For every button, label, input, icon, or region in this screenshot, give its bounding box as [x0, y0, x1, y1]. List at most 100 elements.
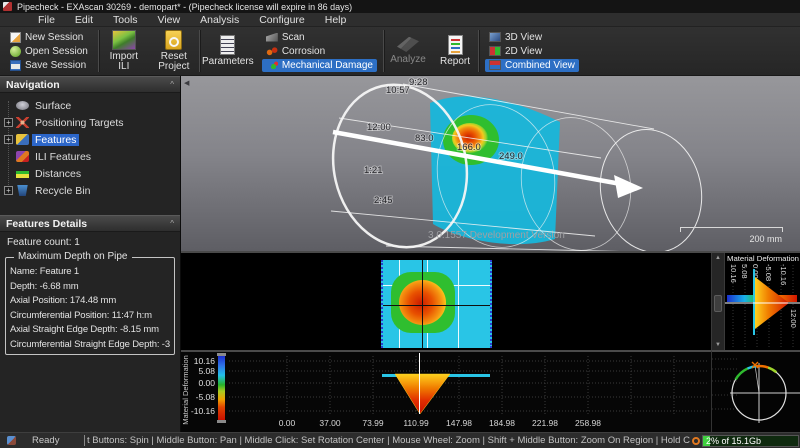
collapse-chevron-icon[interactable]: ^	[170, 80, 174, 89]
import-ili-button[interactable]: Import ILI	[99, 27, 149, 75]
scan-region	[381, 260, 492, 348]
open-session-button[interactable]: Open Session	[6, 45, 92, 58]
expand-icon[interactable]: +	[4, 186, 13, 195]
sidebar-item-features[interactable]: + Features	[0, 131, 180, 148]
open-session-label: Open Session	[25, 46, 88, 57]
viewport-3d[interactable]: ◀ 9:28 10:57 12:00 1:21	[181, 76, 800, 251]
scale-tick-label: 0.00	[751, 264, 760, 279]
features-details-content: Feature count: 1 Maximum Depth on Pipe N…	[0, 232, 180, 432]
scrollbar-thumb[interactable]	[714, 295, 722, 312]
feature-direction-line	[755, 365, 759, 393]
menu-edit[interactable]: Edit	[65, 14, 103, 26]
report-button[interactable]: Report	[432, 27, 478, 75]
analyze-button[interactable]: Analyze	[384, 27, 432, 75]
feature-circumferential-position: Circumferential Position: 11:47 h:m	[10, 309, 170, 324]
scan-icon	[266, 33, 278, 42]
reset-project-button[interactable]: Reset Project	[149, 27, 199, 75]
features-details-header[interactable]: Features Details ^	[0, 215, 180, 232]
navigation-header[interactable]: Navigation ^	[0, 76, 180, 93]
y-tick-label: 0.00	[198, 378, 215, 388]
x-tick-label: 184.98	[489, 418, 515, 428]
view-mode-group: 3D View 2D View Combined View	[479, 27, 585, 75]
distances-icon	[16, 171, 29, 178]
collapse-chevron-icon[interactable]: ^	[170, 219, 174, 228]
save-session-button[interactable]: Save Session	[6, 59, 92, 72]
deformation-heatmap[interactable]	[181, 253, 711, 350]
view-3d-button[interactable]: 3D View	[485, 31, 579, 44]
surface-label: Surface	[32, 100, 74, 112]
combined-view-label: Combined View	[505, 60, 575, 71]
sidebar-item-recycle-bin[interactable]: + Recycle Bin	[0, 182, 180, 199]
parameters-button[interactable]: Parameters	[200, 27, 256, 75]
y-tick-label: -10.16	[191, 406, 215, 416]
menu-analysis[interactable]: Analysis	[190, 14, 249, 26]
session-group: New Session Open Session Save Session	[0, 27, 98, 75]
scan-button[interactable]: Scan	[262, 31, 377, 44]
crosshair-horizontal	[383, 305, 490, 306]
ili-features-label: ILI Features	[32, 151, 94, 163]
corrosion-label: Corrosion	[282, 46, 325, 57]
sidebar-item-surface[interactable]: Surface	[0, 97, 180, 114]
memory-progress-text: 2% of 15.1Gb	[706, 436, 761, 446]
clock-position-panel[interactable]	[711, 350, 800, 432]
scale-tick-label: 5.08	[740, 264, 749, 279]
scale-label: 200 mm	[749, 234, 782, 244]
expand-icon[interactable]: +	[4, 118, 13, 127]
recycle-bin-label: Recycle Bin	[32, 185, 93, 197]
color-scale-bar	[218, 356, 225, 420]
menu-tools[interactable]: Tools	[103, 14, 148, 26]
deformation-panel-title: Material Deformation	[727, 254, 799, 263]
damage-mode-group: Scan Corrosion Mechanical Damage	[256, 27, 383, 75]
mechanical-damage-icon	[266, 61, 278, 70]
features-icon	[16, 134, 29, 145]
toolbar: New Session Open Session Save Session Im…	[0, 27, 800, 76]
corrosion-icon	[266, 47, 278, 56]
axial-profile-chart[interactable]: Material Deformation 10.16 5.08 0.00 -5.…	[181, 350, 711, 432]
corrosion-button[interactable]: Corrosion	[262, 45, 377, 58]
sidebar-collapse-icon[interactable]: ◀	[184, 79, 189, 87]
ili-features-icon	[16, 151, 29, 162]
circumferential-profile-canvas: Material Deformation 10.16 5.08 0.00 -5.…	[725, 253, 800, 350]
menu-configure[interactable]: Configure	[249, 14, 315, 26]
circumferential-profile-panel[interactable]: Material Deformation 10.16 5.08 0.00 -5.…	[724, 253, 800, 350]
feature-circumferential-straight-edge-depth: Circumferential Straight Edge Depth: -3.…	[10, 338, 170, 353]
menu-file[interactable]: File	[28, 14, 65, 26]
groupbox-legend: Maximum Depth on Pipe	[14, 251, 132, 262]
features-label: Features	[32, 134, 79, 146]
menu-help[interactable]: Help	[315, 14, 357, 26]
mechanical-damage-label: Mechanical Damage	[282, 60, 373, 71]
scroll-down-icon[interactable]: ▼	[712, 342, 724, 348]
feature-count: Feature count: 1	[5, 237, 175, 248]
parameters-label: Parameters	[202, 57, 254, 68]
sidebar-item-positioning-targets[interactable]: +Positioning Targets	[0, 114, 180, 131]
import-ili-label: Import ILI	[106, 52, 142, 73]
view-3d-label: 3D View	[505, 32, 542, 43]
distances-label: Distances	[32, 168, 84, 180]
scroll-up-icon[interactable]: ▲	[712, 255, 724, 261]
x-tick-label: 0.00	[279, 418, 296, 428]
combined-view-button[interactable]: Combined View	[485, 59, 579, 72]
navigation-tree: Surface +Positioning Targets + Features I…	[0, 93, 180, 215]
app-icon	[3, 2, 12, 11]
menu-view[interactable]: View	[148, 14, 191, 26]
vertical-scrollbar[interactable]: ▲ ▼	[711, 253, 724, 350]
expand-icon[interactable]: +	[4, 135, 13, 144]
feature-axial-position: Axial Position: 174.48 mm	[10, 294, 170, 309]
view-2d-button[interactable]: 2D View	[485, 45, 579, 58]
sidebar-item-ili-features[interactable]: ILI Features	[0, 148, 180, 165]
mechanical-damage-button[interactable]: Mechanical Damage	[262, 59, 377, 72]
save-session-icon	[10, 60, 21, 71]
clock-tick-label: 12:00	[789, 309, 798, 328]
new-session-button[interactable]: New Session	[6, 31, 92, 44]
y-tick-label: 5.08	[198, 366, 215, 376]
x-tick-label: 147.98	[446, 418, 472, 428]
sidebar-item-distances[interactable]: Distances	[0, 165, 180, 182]
open-session-icon	[10, 46, 21, 57]
axial-distance-label: 83.0	[415, 133, 434, 144]
crosshair-vertical	[422, 260, 423, 348]
features-details-title: Features Details	[6, 218, 87, 230]
navigation-title: Navigation	[6, 79, 60, 91]
feature-depth: Depth: -6.68 mm	[10, 280, 170, 295]
title-bar: Pipecheck - EXAscan 30269 - demopart* - …	[0, 0, 800, 13]
clock-position-label: 9:28	[409, 77, 428, 88]
